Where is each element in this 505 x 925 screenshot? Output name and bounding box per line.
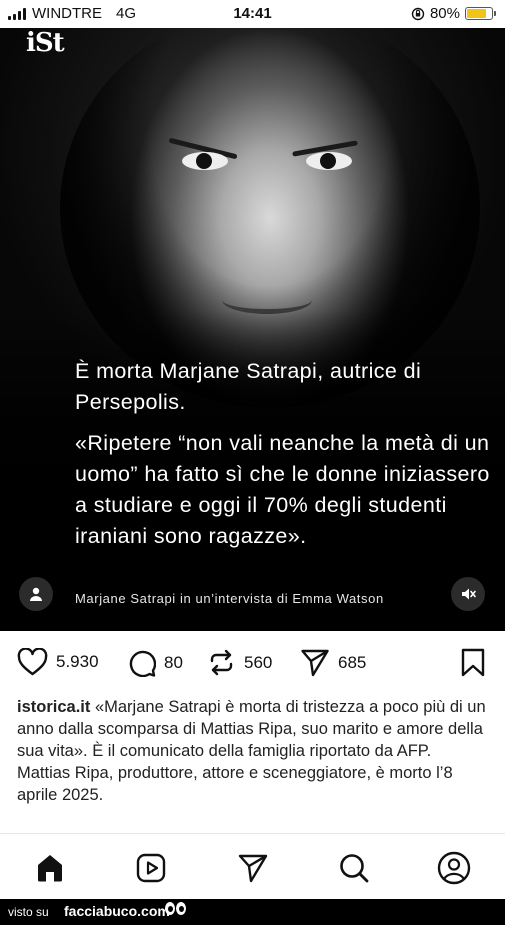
heart-icon [17, 648, 48, 676]
post-caption: istorica.it «Marjane Satrapi è morta di … [17, 696, 487, 806]
post-quote: «Ripetere “non vali neanche la metà di u… [75, 431, 490, 548]
reels-icon [136, 853, 166, 883]
watermark-eyes-icon [165, 902, 186, 915]
comment-icon [129, 650, 156, 677]
like-count: 5.930 [56, 652, 99, 671]
watermark-bar: visto su facciabuco.com [0, 899, 505, 925]
tab-search[interactable] [337, 851, 371, 885]
share-button[interactable]: 685 [300, 648, 366, 677]
profile-icon [437, 851, 471, 885]
tab-messages[interactable] [236, 851, 270, 885]
tagged-user-button[interactable] [19, 577, 53, 611]
share-count: 685 [338, 652, 367, 672]
home-icon [38, 855, 62, 882]
orientation-lock-icon [411, 7, 425, 20]
battery-icon [465, 7, 496, 20]
bottom-tab-bar [0, 833, 505, 899]
speaker-muted-icon [462, 588, 476, 600]
battery-percent: 80% [429, 5, 460, 22]
save-button[interactable] [461, 648, 485, 677]
send-icon [301, 649, 329, 677]
tab-profile[interactable] [437, 851, 471, 885]
messages-icon [238, 854, 268, 883]
action-bar: 5.930 80 560 685 [0, 631, 505, 695]
repost-button[interactable]: 560 [207, 648, 272, 677]
status-bar: WINDTRE 4G 14:41 80% [0, 0, 505, 28]
watermark-site: facciabuco.com [64, 903, 170, 919]
tab-reels[interactable] [134, 851, 168, 885]
tab-home[interactable] [33, 851, 67, 885]
watermark-prefix: visto su [8, 905, 49, 919]
post-headline: È morta Marjane Satrapi, autrice di Pers… [75, 359, 422, 414]
mute-button[interactable] [451, 577, 485, 611]
bookmark-icon [461, 648, 485, 677]
search-icon [340, 854, 369, 883]
comment-button[interactable]: 80 [127, 648, 183, 677]
status-right: 80% [411, 5, 496, 22]
like-button[interactable]: 5.930 [17, 648, 99, 676]
repost-count: 560 [244, 652, 273, 672]
publisher-logo: iSt [26, 28, 65, 58]
user-icon [30, 587, 42, 601]
comment-count: 80 [164, 652, 183, 672]
post-image[interactable]: iSt È morta Marjane Satrapi, autrice di … [0, 28, 505, 631]
repost-icon [210, 649, 233, 676]
caption-username[interactable]: istorica.it [17, 698, 90, 716]
image-credit: Marjane Satrapi in un’intervista di Emma… [75, 591, 384, 606]
